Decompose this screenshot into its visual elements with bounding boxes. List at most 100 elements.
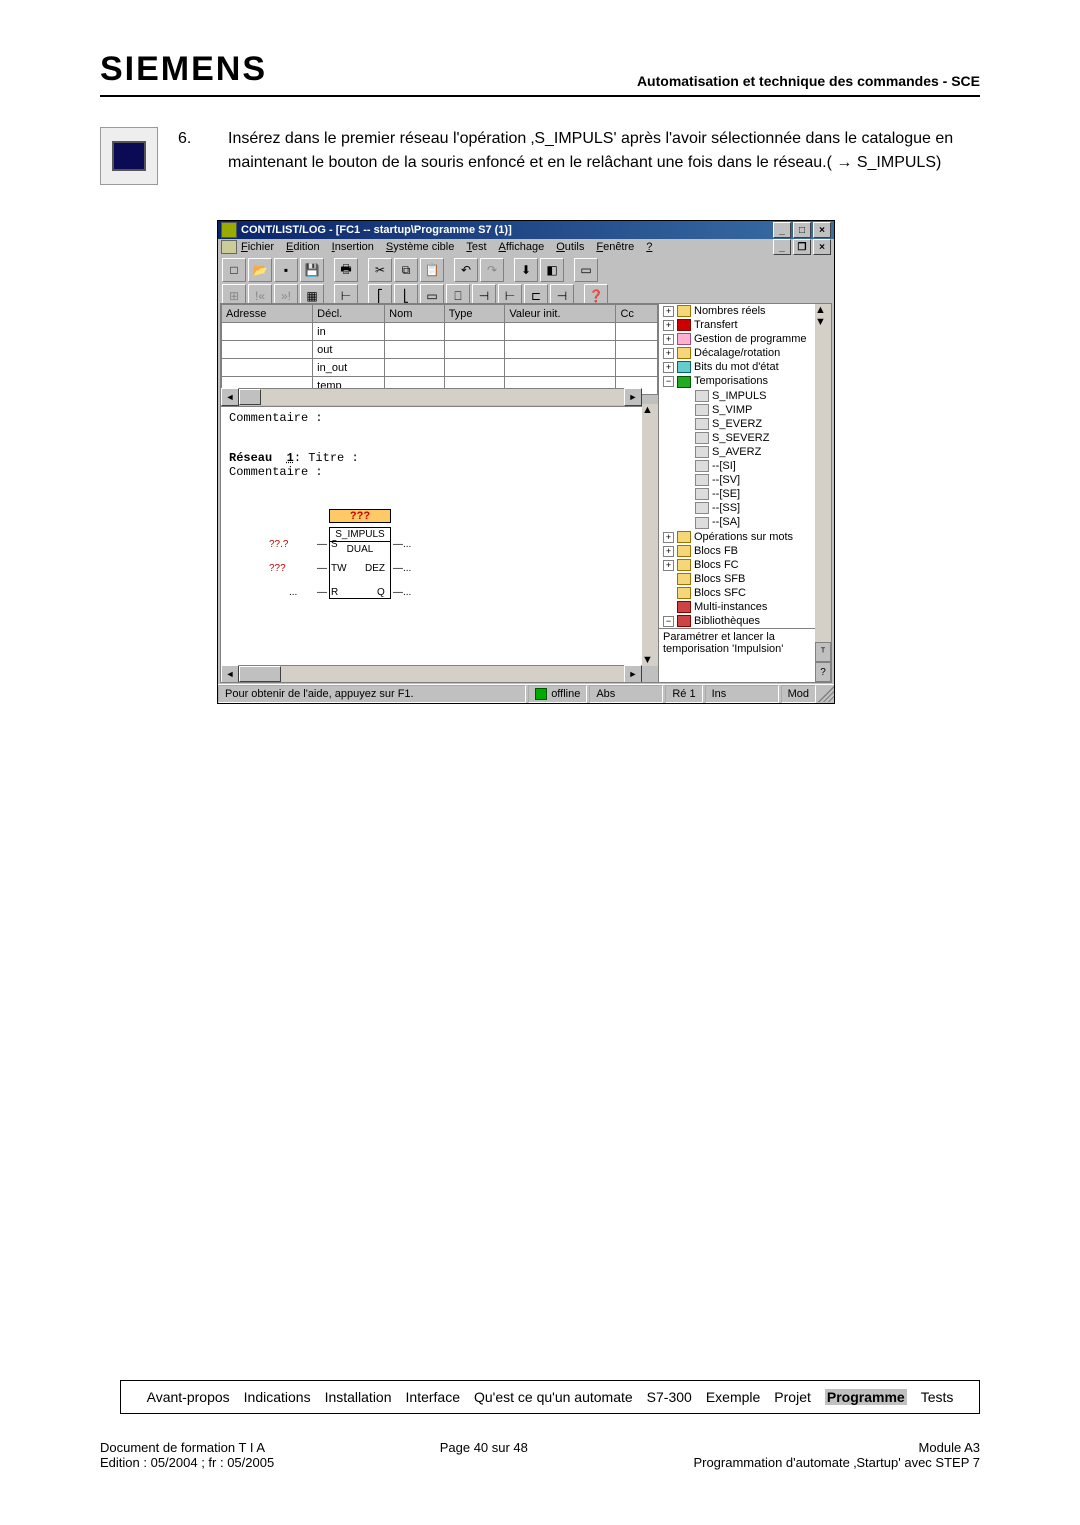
footer-nav-item[interactable]: Programme [825, 1389, 907, 1405]
menu-fichier[interactable]: Fichier [241, 241, 274, 253]
tree-item[interactable]: Multi-instances [663, 600, 831, 614]
table-row[interactable]: in_out [222, 359, 658, 377]
new-button[interactable]: □ [222, 258, 246, 282]
hscroll-thumb[interactable] [239, 389, 261, 405]
menu-test[interactable]: Test [466, 241, 486, 253]
menu-affichage[interactable]: Affichage [499, 241, 545, 253]
menu-système cible[interactable]: Système cible [386, 241, 454, 253]
title-bar[interactable]: CONT/LIST/LOG - [FC1 -- startup\Programm… [218, 221, 834, 239]
catalog-button[interactable]: ▭ [574, 258, 598, 282]
tree-item[interactable]: --[SS] [681, 501, 831, 515]
reseau-number[interactable]: 1 [287, 451, 294, 465]
table-row[interactable]: out [222, 341, 658, 359]
fb-in-tw-value[interactable]: ??? [269, 563, 286, 574]
tree-item[interactable]: Blocs SFB [663, 572, 831, 586]
footer-nav-item[interactable]: Installation [325, 1389, 392, 1405]
footer-nav-item[interactable]: Tests [921, 1389, 954, 1405]
footer-nav-item[interactable]: Indications [244, 1389, 311, 1405]
footer-nav-item[interactable]: Projet [774, 1389, 811, 1405]
monitor-button[interactable]: ◧ [540, 258, 564, 282]
tree-item[interactable]: +Opérations sur mots [663, 530, 831, 544]
expand-icon[interactable]: + [663, 334, 674, 345]
editor-vscroll-up[interactable]: ▲ [642, 404, 658, 416]
tree-item[interactable]: S_SEVERZ [681, 431, 831, 445]
open-button[interactable]: 📂 [248, 258, 272, 282]
props-button[interactable]: ▪ [274, 258, 298, 282]
net-hscroll-thumb[interactable] [239, 666, 281, 682]
fb-in-s-value[interactable]: ??.? [269, 539, 288, 550]
tree-item[interactable]: +Décalage/rotation [663, 346, 831, 360]
expand-icon[interactable]: − [663, 376, 674, 387]
print-button[interactable]: 🖶 [334, 258, 358, 282]
mdi-close-button[interactable]: × [813, 239, 831, 255]
resize-grip-icon[interactable] [818, 686, 834, 702]
mdi-minimize-button[interactable]: _ [773, 239, 791, 255]
copy-button[interactable]: ⧉ [394, 258, 418, 282]
download-button[interactable]: ⬇ [514, 258, 538, 282]
close-button[interactable]: × [813, 222, 831, 238]
footer-nav-item[interactable]: S7-300 [647, 1389, 692, 1405]
menu-fenêtre[interactable]: Fenêtre [596, 241, 634, 253]
menu-?[interactable]: ? [646, 241, 652, 253]
column-header[interactable]: Décl. [313, 305, 385, 323]
tree-vscroll-up[interactable]: ▲ [815, 304, 831, 316]
net-hscroll-left[interactable]: ◄ [221, 665, 239, 683]
fb-out1[interactable]: ... [403, 563, 411, 574]
expand-icon[interactable]: + [663, 320, 674, 331]
editor-vscroll-down[interactable]: ▼ [642, 654, 658, 666]
network-pane[interactable]: Commentaire : Réseau 1: Titre : Commenta… [221, 406, 642, 666]
footer-nav-item[interactable]: Exemple [706, 1389, 760, 1405]
tree-item[interactable]: S_VIMP [681, 403, 831, 417]
maximize-button[interactable]: □ [793, 222, 811, 238]
tree-item[interactable]: +Nombres réels [663, 304, 831, 318]
net-hscroll-right[interactable]: ► [624, 665, 642, 683]
column-header[interactable]: Type [444, 305, 505, 323]
mdi-restore-button[interactable]: ❐ [793, 239, 811, 255]
cut-button[interactable]: ✂ [368, 258, 392, 282]
menu-edition[interactable]: Edition [286, 241, 320, 253]
tree-item[interactable]: S_IMPULS [681, 389, 831, 403]
tree-mode-b[interactable]: ? [815, 662, 831, 682]
footer-nav-item[interactable]: Avant-propos [147, 1389, 230, 1405]
menu-bar[interactable]: FichierEditionInsertionSystème cibleTest… [241, 241, 652, 253]
hscroll-left[interactable]: ◄ [221, 388, 239, 406]
tree-mode-a[interactable]: ᵀ [815, 642, 831, 662]
expand-icon[interactable]: + [663, 306, 674, 317]
tree-item[interactable]: +Blocs FB [663, 544, 831, 558]
tree-item[interactable]: S_AVERZ [681, 445, 831, 459]
menu-outils[interactable]: Outils [556, 241, 584, 253]
tree-vscroll-down[interactable]: ▼ [815, 316, 831, 328]
tree-item[interactable]: --[SA] [681, 515, 831, 529]
fb-in-r-value[interactable]: ... [289, 587, 297, 598]
table-row[interactable]: in [222, 323, 658, 341]
column-header[interactable]: Valeur init. [505, 305, 616, 323]
minimize-button[interactable]: _ [773, 222, 791, 238]
tree-item[interactable]: --[SI] [681, 459, 831, 473]
expand-icon[interactable]: + [663, 362, 674, 373]
fb-diagram[interactable]: ??? S_IMPULS DUAL ??.? — S ??? — TW DEZ … [269, 509, 469, 619]
redo-button[interactable]: ↷ [480, 258, 504, 282]
fb-dual-out[interactable]: ... [403, 539, 411, 550]
column-header[interactable]: Adresse [222, 305, 313, 323]
expand-icon[interactable]: + [663, 546, 674, 557]
tree-item[interactable]: +Blocs FC [663, 558, 831, 572]
footer-nav-item[interactable]: Qu'est ce qu'un automate [474, 1389, 633, 1405]
tree-item[interactable]: −Temporisations [663, 374, 831, 388]
tree-item[interactable]: +Transfert [663, 318, 831, 332]
catalog-tree[interactable]: +Nombres réels+Transfert+Gestion de prog… [658, 303, 832, 683]
expand-icon[interactable]: − [663, 616, 674, 627]
column-header[interactable]: Cc [616, 305, 658, 323]
column-header[interactable]: Nom [385, 305, 445, 323]
expand-icon[interactable]: + [663, 348, 674, 359]
variable-table[interactable]: AdresseDécl.NomTypeValeur init.Ccinoutin… [221, 304, 658, 395]
footer-nav-item[interactable]: Interface [406, 1389, 460, 1405]
fb-out2[interactable]: ... [403, 587, 411, 598]
paste-button[interactable]: 📋 [420, 258, 444, 282]
tree-item[interactable]: S_EVERZ [681, 417, 831, 431]
tree-item[interactable]: −Bibliothèques [663, 614, 831, 628]
tree-item[interactable]: --[SV] [681, 473, 831, 487]
tree-item[interactable]: +Gestion de programme [663, 332, 831, 346]
expand-icon[interactable]: + [663, 560, 674, 571]
undo-button[interactable]: ↶ [454, 258, 478, 282]
expand-icon[interactable]: + [663, 532, 674, 543]
